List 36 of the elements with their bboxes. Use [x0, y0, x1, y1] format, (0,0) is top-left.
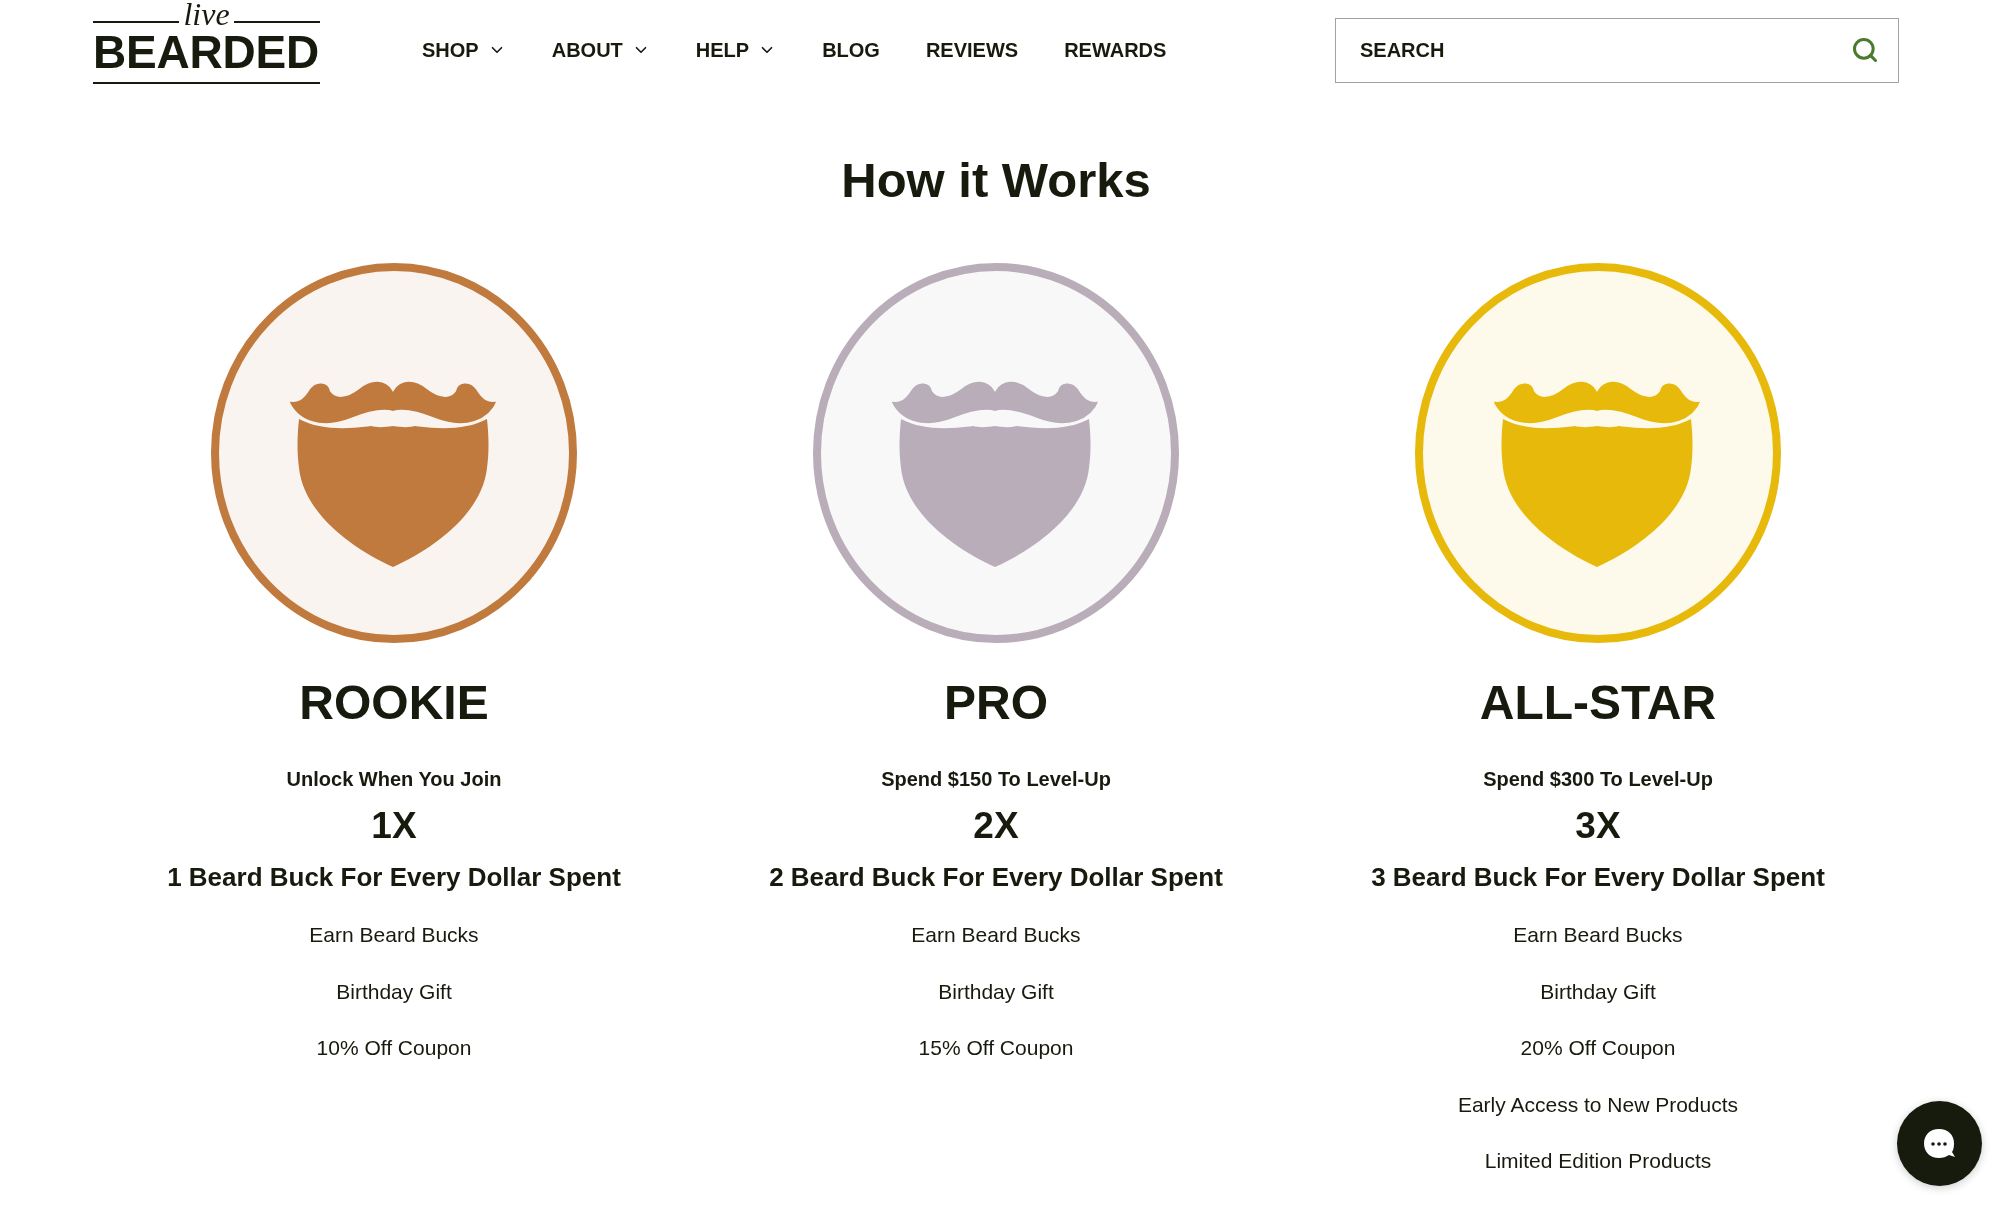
chat-button[interactable]: [1897, 1101, 1982, 1186]
earn-rate-text: 3 Beard Buck For Every Dollar Spent: [1371, 861, 1825, 894]
perk-text: Early Access to New Products: [1457, 1091, 1739, 1118]
perk-text: Limited Edition Products: [1484, 1148, 1712, 1174]
tier-multiplier: 2X: [973, 804, 1019, 847]
perk-text: Birthday Gift: [336, 978, 452, 1005]
perk-text: 10% Off Coupon: [316, 1035, 472, 1061]
tier-name: ALL-STAR: [1479, 675, 1717, 731]
tier-multiplier: 1X: [371, 804, 417, 847]
perk-text: Earn Beard Bucks: [911, 922, 1081, 948]
nav-link[interactable]: REVIEWS: [925, 38, 1019, 62]
search-field[interactable]: SEARCH: [1335, 17, 1899, 83]
perk-text: Earn Beard Bucks: [1513, 922, 1683, 948]
speech-bubble-icon: [1923, 1128, 1956, 1159]
tier-requirement: Spend $300 To Level-Up: [1483, 767, 1713, 792]
page-title: How it Works: [840, 152, 1152, 209]
perk-text: 20% Off Coupon: [1520, 1035, 1676, 1061]
perk-text: Birthday Gift: [938, 978, 1054, 1005]
earn-rate-text: 1 Beard Buck For Every Dollar Spent: [167, 861, 621, 894]
earn-rate-text: 2 Beard Buck For Every Dollar Spent: [769, 861, 1223, 894]
perk-text: 15% Off Coupon: [918, 1035, 1074, 1061]
nav-link[interactable]: SHOP: [422, 38, 506, 62]
nav-link[interactable]: HELP: [695, 38, 777, 62]
tier-requirement: Spend $150 To Level-Up: [881, 767, 1111, 792]
tier-name: PRO: [944, 675, 1048, 731]
search-icon[interactable]: [1851, 36, 1879, 64]
logo-wordmark[interactable]: BEARDED: [93, 32, 320, 72]
logo-script-text: live: [182, 0, 231, 28]
tier-multiplier: 3X: [1575, 804, 1621, 847]
nav-link[interactable]: BLOG: [822, 38, 880, 62]
nav-link[interactable]: REWARDS: [1064, 38, 1167, 62]
nav-link[interactable]: ABOUT: [551, 38, 650, 62]
tier-requirement: Unlock When You Join: [286, 767, 502, 792]
perk-text: Earn Beard Bucks: [309, 922, 479, 948]
tier-name: ROOKIE: [299, 675, 489, 731]
perk-text: Birthday Gift: [1540, 978, 1656, 1005]
